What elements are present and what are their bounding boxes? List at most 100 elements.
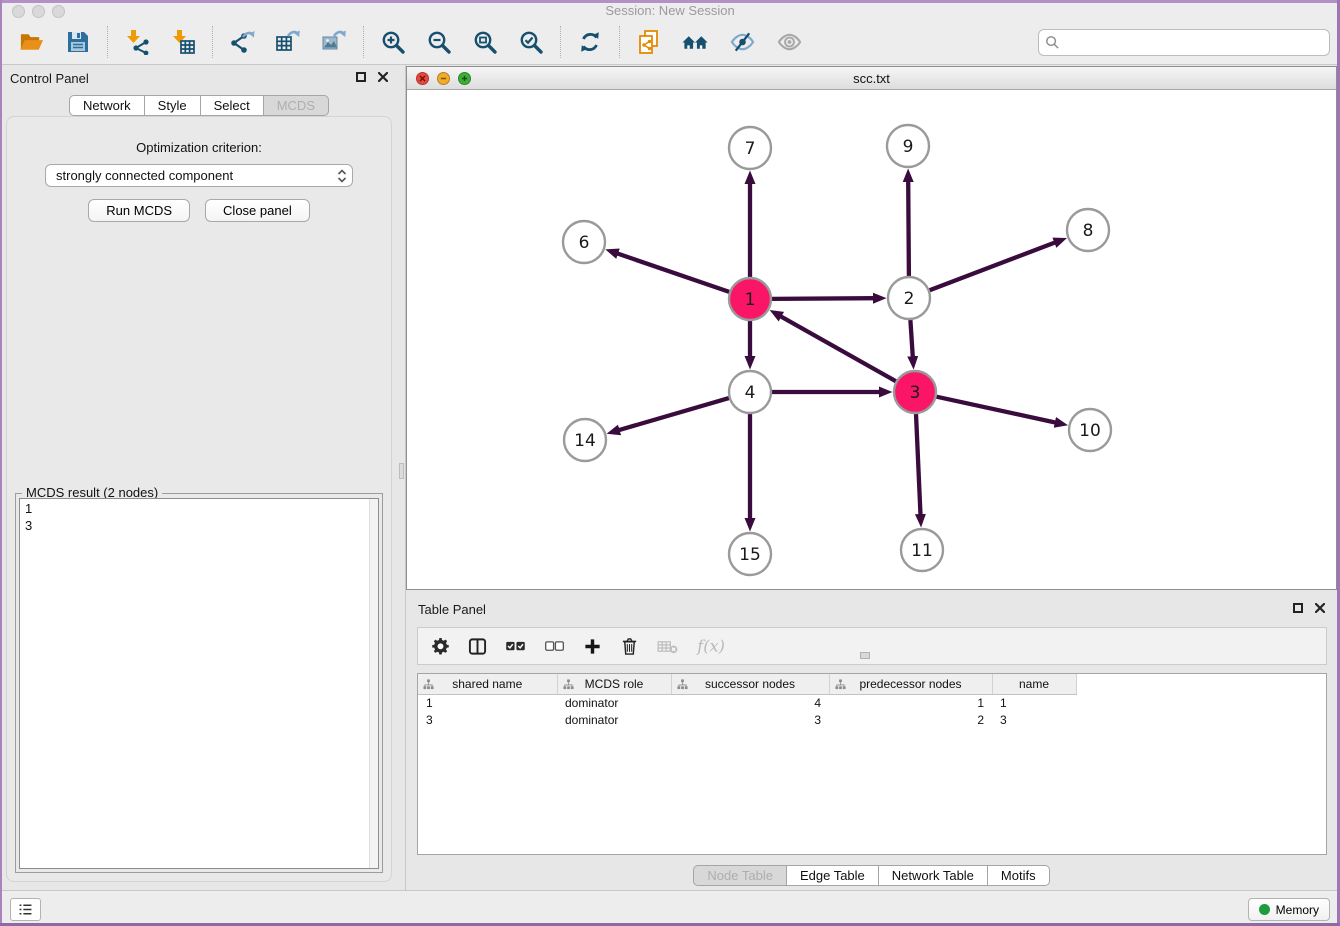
- network-window-titlebar[interactable]: scc.txt: [407, 67, 1336, 90]
- export-image-icon[interactable]: [319, 27, 349, 57]
- zoom-in-icon[interactable]: [378, 27, 408, 57]
- column-header-predecessor-nodes[interactable]: predecessor nodes: [829, 674, 992, 694]
- tab-network-table[interactable]: Network Table: [879, 865, 988, 886]
- close-panel-icon[interactable]: [378, 72, 388, 82]
- graph-node-15[interactable]: 15: [729, 533, 771, 575]
- graph-node-8[interactable]: 8: [1067, 209, 1109, 251]
- table-panel: Table Panel f(x) shared nameMCDS rolesuc…: [406, 596, 1337, 890]
- workspace: Control Panel NetworkStyleSelectMCDS Opt…: [0, 65, 1340, 890]
- table-cell[interactable]: 3: [992, 711, 1076, 728]
- save-session-icon[interactable]: [63, 27, 93, 57]
- graph-edge-4-14[interactable]: [619, 398, 729, 430]
- zoom-selected-icon[interactable]: [516, 27, 546, 57]
- export-table-icon[interactable]: [273, 27, 303, 57]
- network-canvas-svg: 7 9 6 8 1 2 4 3 14 10 15 11: [407, 90, 1336, 590]
- network-canvas[interactable]: 7 9 6 8 1 2 4 3 14 10 15 11: [407, 90, 1336, 589]
- graph-node-3[interactable]: 3: [894, 371, 936, 413]
- column-header-shared-name[interactable]: shared name: [418, 674, 557, 694]
- search-input[interactable]: [1065, 31, 1323, 54]
- import-network-from-file-icon[interactable]: [122, 27, 152, 57]
- zoom-fit-icon[interactable]: [470, 27, 500, 57]
- run-mcds-button[interactable]: Run MCDS: [88, 199, 190, 222]
- tab-motifs[interactable]: Motifs: [988, 865, 1050, 886]
- search-icon: [1045, 35, 1060, 55]
- close-panel-button[interactable]: Close panel: [205, 199, 310, 222]
- tab-network[interactable]: Network: [69, 95, 145, 116]
- graph-edge-3-10[interactable]: [937, 397, 1056, 423]
- control-panel-title: Control Panel: [10, 71, 89, 86]
- select-all-checkboxes-icon[interactable]: [505, 640, 526, 653]
- open-session-icon[interactable]: [16, 27, 47, 57]
- delete-icon[interactable]: [620, 636, 639, 656]
- clone-network-icon[interactable]: [634, 27, 664, 57]
- svg-text:11: 11: [911, 541, 933, 561]
- graph-edge-1-2[interactable]: [772, 298, 874, 299]
- memory-button[interactable]: Memory: [1248, 898, 1330, 921]
- split-panel-icon[interactable]: [468, 637, 487, 656]
- table-cell[interactable]: 1: [418, 694, 557, 711]
- tab-select[interactable]: Select: [201, 95, 264, 116]
- table-cell[interactable]: 1: [992, 694, 1076, 711]
- table-cell[interactable]: dominator: [557, 694, 671, 711]
- table-cell[interactable]: dominator: [557, 711, 671, 728]
- frame-resize-grip[interactable]: [860, 652, 870, 659]
- tab-node-table[interactable]: Node Table: [693, 865, 787, 886]
- graph-edge-2-9[interactable]: [908, 181, 909, 276]
- table-cell[interactable]: 3: [418, 711, 557, 728]
- table-cell[interactable]: 1: [829, 694, 992, 711]
- graph-node-10[interactable]: 10: [1069, 409, 1111, 451]
- mcds-result-scrollbar[interactable]: [369, 499, 378, 868]
- graph-node-7[interactable]: 7: [729, 127, 771, 169]
- graph-node-6[interactable]: 6: [563, 221, 605, 263]
- table-cell[interactable]: 4: [671, 694, 829, 711]
- table-cell-filler: [1076, 711, 1326, 728]
- graph-edge-3-11[interactable]: [916, 414, 921, 515]
- network-window: scc.txt 7 9 6 8 1 2 4 3 14 10 15 11: [406, 66, 1337, 590]
- svg-text:3: 3: [910, 383, 921, 403]
- column-header-successor-nodes[interactable]: successor nodes: [671, 674, 829, 694]
- optimization-criterion-label: Optimization criterion:: [7, 140, 391, 155]
- mcds-panel: Optimization criterion: strongly connect…: [6, 116, 392, 882]
- import-table-from-file-icon[interactable]: [168, 27, 198, 57]
- close-table-panel-icon[interactable]: [1315, 603, 1325, 613]
- panel-splitter[interactable]: [398, 65, 406, 890]
- graph-node-11[interactable]: 11: [901, 529, 943, 571]
- column-header-filler: [1076, 674, 1326, 694]
- graph-edge-2-3[interactable]: [910, 320, 912, 357]
- table-row[interactable]: 1dominator411: [418, 694, 1326, 711]
- refresh-view-icon[interactable]: [575, 27, 605, 57]
- table-row[interactable]: 3dominator323: [418, 711, 1326, 728]
- node-table-body: 1dominator4113dominator323: [418, 694, 1326, 728]
- optimization-criterion-value: strongly connected component: [56, 168, 233, 183]
- svg-text:2: 2: [904, 289, 915, 309]
- title-bar: Session: New Session: [0, 0, 1340, 20]
- table-cell[interactable]: 3: [671, 711, 829, 728]
- graph-node-2[interactable]: 2: [888, 277, 930, 319]
- export-network-icon[interactable]: [227, 27, 257, 57]
- table-cell[interactable]: 2: [829, 711, 992, 728]
- task-history-button[interactable]: [10, 898, 41, 921]
- tab-mcds[interactable]: MCDS: [264, 95, 329, 116]
- panel-splitter-handle[interactable]: [399, 463, 404, 479]
- optimization-criterion-select[interactable]: strongly connected component: [45, 164, 353, 187]
- status-bar: Memory: [0, 890, 1340, 926]
- float-panel-icon[interactable]: [356, 72, 366, 82]
- graph-node-4[interactable]: 4: [729, 371, 771, 413]
- graph-edge-2-8[interactable]: [930, 242, 1056, 290]
- add-icon[interactable]: [583, 637, 602, 656]
- column-header-name[interactable]: name: [992, 674, 1076, 694]
- graph-edge-1-6[interactable]: [617, 253, 729, 292]
- settings-icon[interactable]: [431, 637, 450, 656]
- graph-node-1[interactable]: 1: [729, 278, 771, 320]
- first-neighbors-icon[interactable]: [680, 27, 711, 57]
- tab-style[interactable]: Style: [145, 95, 201, 116]
- clear-checkboxes-icon[interactable]: [544, 640, 565, 653]
- graph-edge-3-1[interactable]: [781, 316, 896, 381]
- tab-edge-table[interactable]: Edge Table: [787, 865, 879, 886]
- float-table-panel-icon[interactable]: [1293, 603, 1303, 613]
- zoom-out-icon[interactable]: [424, 27, 454, 57]
- graph-node-14[interactable]: 14: [564, 419, 606, 461]
- graph-node-9[interactable]: 9: [887, 125, 929, 167]
- hide-selected-icon[interactable]: [727, 27, 758, 57]
- column-header-mcds-role[interactable]: MCDS role: [557, 674, 671, 694]
